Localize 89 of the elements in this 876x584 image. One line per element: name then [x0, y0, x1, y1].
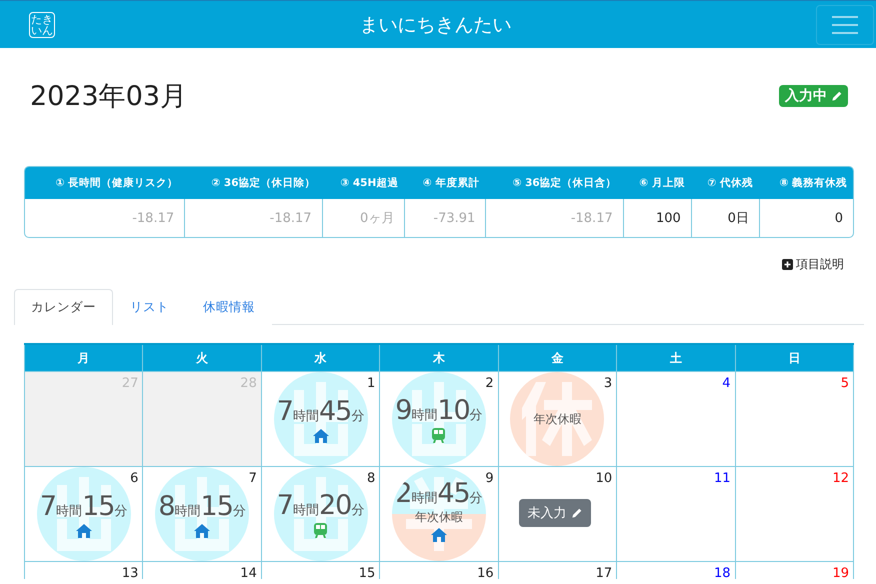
table-cell: -18.17: [184, 199, 322, 237]
date-number: 1: [366, 376, 376, 391]
train-icon: [314, 523, 328, 538]
calendar-day[interactable]: 16: [380, 562, 498, 579]
work-duration: 7時間 20分: [276, 490, 364, 521]
app-title: まいにちきんたい: [360, 12, 512, 38]
column-header: ⑤ 36協定（休日含）: [485, 167, 623, 199]
weekday-header: 火: [142, 344, 262, 372]
work-duration: 7時間45分: [276, 396, 364, 426]
date-number: 12: [832, 471, 849, 486]
calendar-day[interactable]: 5: [735, 372, 854, 466]
table-cell: 0: [758, 199, 853, 237]
work-duration: 9時間 10分: [395, 395, 483, 426]
date-number: 16: [477, 566, 494, 581]
attendance-stamp[interactable]: 8時間 15分: [155, 468, 250, 560]
work-duration: 7時間 15分: [40, 490, 128, 522]
date-number: 19: [832, 566, 849, 581]
pencil-icon: [831, 90, 842, 102]
house-icon: [430, 528, 447, 542]
date-number: 13: [122, 566, 138, 581]
pencil-icon: [570, 508, 582, 518]
date-number: 7: [248, 471, 257, 486]
column-header: ③ 45H超過: [322, 167, 404, 199]
calendar-day[interactable]: 7時間 15分 6: [24, 466, 143, 562]
leave-type: 年次休暇: [533, 410, 582, 428]
table-cell: 0日: [690, 199, 759, 237]
date-number: 3: [604, 376, 612, 391]
date-number: 10: [596, 471, 612, 486]
column-header: ④ 年度累計: [404, 167, 486, 199]
weekday-header: 土: [616, 344, 736, 372]
calendar-day[interactable]: 13: [24, 562, 143, 579]
weekday-header: 月: [24, 344, 143, 372]
weekday-header: 日: [735, 344, 854, 372]
calendar-day[interactable]: 年次休暇 3: [498, 372, 617, 466]
date-number: 6: [130, 471, 138, 486]
month-title: 2023年03月: [30, 80, 188, 114]
work-duration: 8時間 15分: [158, 490, 246, 522]
table-cell: -18.17: [485, 199, 623, 237]
weekday-header: 金: [498, 344, 617, 372]
date-number: 2: [485, 376, 494, 391]
date-number: 5: [840, 376, 849, 391]
menu-button[interactable]: [816, 4, 874, 44]
calendar-day[interactable]: 7時間45分 1: [261, 372, 380, 466]
column-header: ① 長時間（健康リスク）: [25, 167, 184, 199]
plus-icon: [782, 259, 793, 270]
menu-icon: [832, 14, 858, 34]
column-header: ② 36協定（休日除）: [184, 167, 322, 199]
attendance-stamp[interactable]: 7時間 20分: [274, 468, 368, 560]
date-number: 9: [485, 471, 494, 486]
date-number: 18: [714, 566, 731, 581]
calendar-day[interactable]: 18: [616, 562, 736, 579]
house-icon: [312, 428, 329, 442]
help-link[interactable]: 項目説明: [796, 256, 844, 273]
date-number: 4: [722, 376, 731, 391]
calendar-day[interactable]: 19: [735, 562, 854, 579]
calendar-day[interactable]: 11: [616, 466, 736, 562]
column-header: ⑥ 月上限: [622, 167, 691, 199]
table-cell: 100: [622, 199, 691, 237]
date-number: 17: [596, 566, 612, 581]
weekday-header: 木: [380, 344, 498, 372]
date-number: 15: [358, 566, 376, 581]
leave-type: 年次休暇: [414, 509, 463, 526]
date-number: 11: [714, 471, 731, 486]
calendar-day[interactable]: 未入力 10: [498, 466, 617, 562]
train-icon: [432, 428, 446, 443]
calendar-day[interactable]: 17: [498, 562, 617, 579]
table-cell: 0ヶ月: [322, 199, 404, 237]
calendar-day[interactable]: 15: [261, 562, 380, 579]
calendar-day[interactable]: 8時間 15分 7: [142, 466, 262, 562]
table-cell-text: -18.17: [131, 210, 176, 228]
date-number: 8: [366, 471, 376, 486]
house-icon: [194, 524, 210, 538]
calendar-day[interactable]: 4: [616, 372, 736, 466]
attendance-stamp[interactable]: 7時間 15分: [36, 468, 131, 560]
calendar-day[interactable]: 12: [735, 466, 854, 562]
attendance-stamp[interactable]: 9時間 10分: [392, 372, 486, 466]
column-header: ⑦ 代休残: [690, 167, 759, 199]
weekday-header: 水: [261, 344, 380, 372]
table-cell: -73.91: [404, 199, 486, 237]
tab[interactable]: カレンダー: [14, 289, 113, 325]
column-header: ⑧ 義務有休残: [758, 167, 853, 199]
date-number: 14: [240, 566, 257, 581]
attendance-stamp[interactable]: 7時間45分: [274, 372, 368, 466]
calendar-day[interactable]: 14: [142, 562, 262, 579]
calendar-day[interactable]: 9時間 10分 2: [380, 372, 498, 466]
house-icon: [76, 524, 92, 538]
unentered-button[interactable]: 未入力: [518, 499, 591, 527]
leave-stamp[interactable]: 年次休暇: [510, 372, 604, 466]
calendar-day[interactable]: 7時間 20分 8: [261, 466, 380, 562]
